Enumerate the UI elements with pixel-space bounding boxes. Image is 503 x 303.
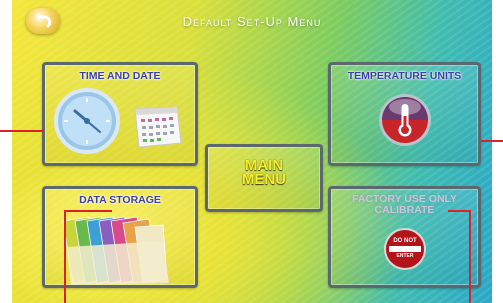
- touch-screen: Default Set-Up Menu TIME AND DATE TEMPER…: [12, 0, 492, 303]
- time-and-date-button[interactable]: TIME AND DATE: [42, 62, 198, 166]
- leader-line-calibrate-h: [448, 210, 470, 212]
- temperature-units-button[interactable]: TEMPERATURE UNITS: [328, 62, 481, 166]
- leader-line-storage-h: [64, 210, 112, 212]
- data-storage-label: DATA STORAGE: [79, 194, 161, 206]
- calendar-icon: [134, 106, 182, 148]
- calibrate-button[interactable]: FACTORY USE ONLY CALIBRATE DO NOT ENTER: [328, 186, 481, 288]
- thermometer-icon: [379, 94, 431, 146]
- enter-text: ENTER: [396, 253, 414, 259]
- leader-line-right: [481, 140, 503, 142]
- temperature-units-label: TEMPERATURE UNITS: [347, 70, 462, 82]
- screen-title: Default Set-Up Menu: [182, 14, 322, 29]
- clock-icon: [54, 88, 120, 154]
- main-menu-button[interactable]: MAIN MENU: [205, 144, 323, 212]
- leader-line-calibrate-v: [469, 210, 471, 303]
- time-and-date-label: TIME AND DATE: [79, 70, 161, 82]
- main-menu-label: MAIN MENU: [241, 157, 287, 188]
- calibrate-label: FACTORY USE ONLY CALIBRATE: [351, 193, 458, 216]
- do-not-enter-icon: [384, 228, 426, 270]
- leader-line-left: [0, 130, 44, 132]
- leader-line-storage-v: [64, 210, 66, 303]
- do-not-text: DO NOT: [393, 238, 417, 244]
- folders-icon: [62, 216, 169, 285]
